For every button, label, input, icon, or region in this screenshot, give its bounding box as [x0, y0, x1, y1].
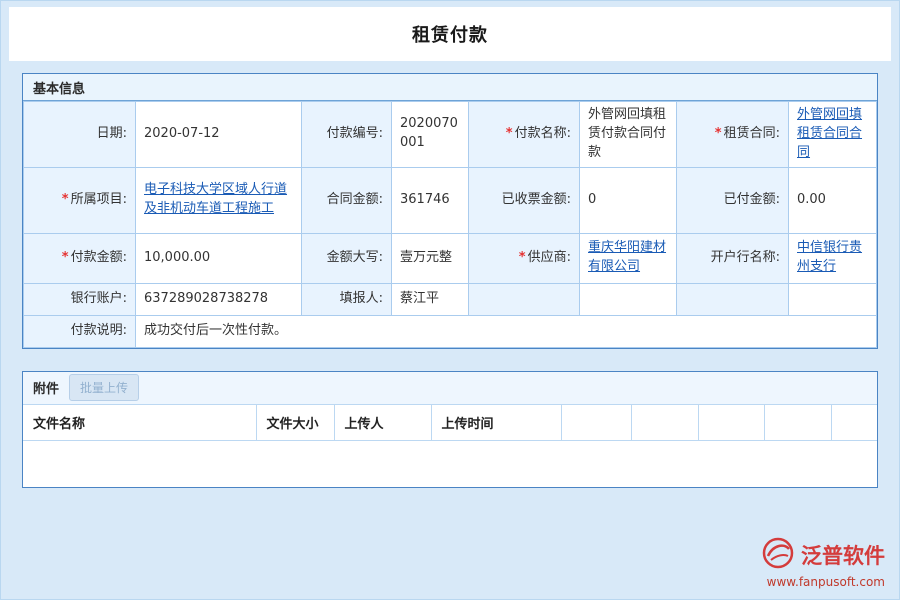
basic-info-table: 日期: 2020-07-12 付款编号: 2020070001 *付款名称: 外… — [23, 101, 877, 348]
basic-info-section: 基本信息 日期: 2020-07-12 付款编号: 2020070001 *付款… — [22, 73, 878, 349]
required-marker: * — [62, 192, 69, 207]
project-value: 电子科技大学区域人行道及非机动车道工程施工 — [136, 167, 302, 233]
preparer-label: 填报人: — [302, 283, 392, 315]
contract-amount-value: 361746 — [392, 167, 469, 233]
page-title: 租赁付款 — [412, 21, 488, 47]
empty-value-cell — [789, 283, 877, 315]
payment-note-label: 付款说明: — [24, 315, 136, 347]
attachments-title: 附件 — [33, 378, 59, 397]
date-label: 日期: — [24, 102, 136, 168]
preparer-value: 蔡江平 — [392, 283, 469, 315]
basic-info-header: 基本信息 — [23, 74, 877, 101]
column-header-empty — [831, 404, 877, 440]
bank-name-value: 中信银行贵州支行 — [789, 233, 877, 283]
batch-upload-button[interactable]: 批量上传 — [69, 374, 139, 401]
attachments-header-row: 文件名称 文件大小 上传人 上传时间 — [23, 404, 877, 440]
basic-info-title: 基本信息 — [33, 78, 85, 97]
attachments-header: 附件 批量上传 — [23, 372, 877, 404]
required-marker: * — [506, 126, 513, 141]
supplier-value: 重庆华阳建材有限公司 — [580, 233, 677, 283]
lease-contract-value: 外管网回填租赁合同合同 — [789, 102, 877, 168]
contract-amount-label: 合同金额: — [302, 167, 392, 233]
bank-name-link[interactable]: 中信银行贵州支行 — [797, 240, 862, 274]
payment-amount-value: 10,000.00 — [136, 233, 302, 283]
bank-name-label: 开户行名称: — [677, 233, 789, 283]
column-header-upload-time: 上传时间 — [431, 404, 561, 440]
bank-account-label: 银行账户: — [24, 283, 136, 315]
column-header-empty — [764, 404, 831, 440]
bank-account-value: 637289028738278 — [136, 283, 302, 315]
column-header-empty — [631, 404, 698, 440]
empty-label-cell — [469, 283, 580, 315]
project-label: *所属项目: — [24, 167, 136, 233]
empty-label-cell — [677, 283, 789, 315]
invoiced-amount-value: 0 — [580, 167, 677, 233]
paid-amount-value: 0.00 — [789, 167, 877, 233]
content-area: 基本信息 日期: 2020-07-12 付款编号: 2020070001 *付款… — [1, 61, 899, 488]
payment-amount-label: *付款金额: — [24, 233, 136, 283]
column-header-empty — [561, 404, 631, 440]
table-row: *所属项目: 电子科技大学区域人行道及非机动车道工程施工 合同金额: 36174… — [24, 167, 877, 233]
table-row: 银行账户: 637289028738278 填报人: 蔡江平 — [24, 283, 877, 315]
attachments-empty-body — [23, 441, 877, 487]
title-bar: 租赁付款 — [9, 7, 891, 61]
lease-contract-label: *租赁合同: — [677, 102, 789, 168]
column-header-empty — [698, 404, 764, 440]
amount-words-value: 壹万元整 — [392, 233, 469, 283]
invoiced-amount-label: 已收票金额: — [469, 167, 580, 233]
payment-no-label: 付款编号: — [302, 102, 392, 168]
supplier-label: *供应商: — [469, 233, 580, 283]
supplier-link[interactable]: 重庆华阳建材有限公司 — [588, 240, 666, 274]
lease-contract-link[interactable]: 外管网回填租赁合同合同 — [797, 107, 862, 160]
app-window: 租赁付款 基本信息 日期: 2020-07-12 付款编号: — [0, 0, 900, 600]
payment-no-value: 2020070001 — [392, 102, 469, 168]
column-header-file-name: 文件名称 — [23, 404, 256, 440]
column-header-uploader: 上传人 — [334, 404, 431, 440]
brand-row: 泛普软件 — [761, 536, 885, 574]
fanpu-logo-icon — [761, 536, 795, 574]
project-link[interactable]: 电子科技大学区域人行道及非机动车道工程施工 — [144, 182, 287, 216]
attachments-table: 文件名称 文件大小 上传人 上传时间 — [23, 404, 877, 441]
required-marker: * — [519, 250, 526, 265]
payment-name-value: 外管网回填租赁付款合同付款 — [580, 102, 677, 168]
table-row: 付款说明: 成功交付后一次性付款。 — [24, 315, 877, 347]
payment-note-value: 成功交付后一次性付款。 — [136, 315, 877, 347]
empty-value-cell — [580, 283, 677, 315]
required-marker: * — [715, 126, 722, 141]
brand-footer: 泛普软件 www.fanpusoft.com — [761, 536, 885, 589]
amount-words-label: 金额大写: — [302, 233, 392, 283]
paid-amount-label: 已付金额: — [677, 167, 789, 233]
required-marker: * — [62, 250, 69, 265]
table-row: *付款金额: 10,000.00 金额大写: 壹万元整 *供应商: 重庆华阳建材… — [24, 233, 877, 283]
attachments-section: 附件 批量上传 文件名称 文件大小 上传人 上传时间 — [22, 371, 878, 488]
brand-name: 泛普软件 — [801, 540, 885, 570]
column-header-file-size: 文件大小 — [256, 404, 334, 440]
brand-website: www.fanpusoft.com — [761, 575, 885, 589]
date-value: 2020-07-12 — [136, 102, 302, 168]
payment-name-label: *付款名称: — [469, 102, 580, 168]
table-row: 日期: 2020-07-12 付款编号: 2020070001 *付款名称: 外… — [24, 102, 877, 168]
